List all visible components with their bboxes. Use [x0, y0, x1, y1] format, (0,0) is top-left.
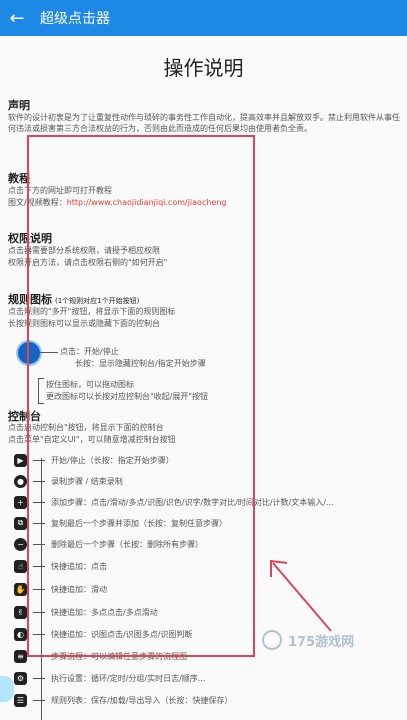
quick-swipe-icon[interactable]: ✋: [14, 582, 27, 596]
console-item: ☰ 规则列表：保存/加载/导出导入（长按：快捷保存）: [14, 692, 232, 708]
copy-step-icon[interactable]: ⧉: [14, 516, 27, 530]
console-item: ⚙ 执行设置：循环/定时/分组/实时日志/顺序...: [14, 670, 205, 686]
back-arrow-icon[interactable]: ←: [0, 0, 34, 36]
rules-list-icon[interactable]: ☰: [14, 693, 27, 707]
record-icon[interactable]: ●: [14, 474, 27, 488]
highlight-box: [27, 135, 255, 657]
watermark-logo-icon: [262, 630, 282, 650]
add-step-icon[interactable]: +: [14, 495, 27, 509]
settings-gear-icon[interactable]: ⚙: [14, 671, 27, 685]
console-item-desc: 执行设置：循环/定时/分组/实时日志/顺序...: [51, 673, 206, 683]
flow-icon[interactable]: ≡: [14, 649, 27, 663]
connector-dash: [33, 699, 45, 701]
watermark-text: 175游戏网: [288, 634, 355, 650]
play-stop-icon[interactable]: ▶: [14, 453, 27, 467]
quick-click-icon[interactable]: ☝: [14, 559, 27, 573]
declaration-title: 声明: [8, 99, 30, 112]
declaration-text: 软件的设计初衷是为了让重复性动作与琐碎的事务性工作自动化，提高效率并且解放双手。…: [8, 113, 400, 133]
console-item-desc: 规则列表：保存/加载/导出导入（长按：快捷保存）: [51, 695, 233, 705]
watermark: 175游戏网: [262, 628, 397, 652]
multi-touch-icon[interactable]: ✌: [14, 605, 27, 619]
floating-edge-button[interactable]: [0, 676, 14, 702]
delete-step-icon[interactable]: −: [14, 537, 27, 551]
app-bar: ← 超级点击器: [0, 0, 407, 36]
app-title: 超级点击器: [40, 11, 110, 27]
image-recognize-icon[interactable]: ◐: [14, 627, 27, 641]
highlight-arrow-icon: [270, 559, 332, 632]
connector-dash: [33, 677, 45, 679]
page-title: 操作说明: [163, 56, 244, 80]
